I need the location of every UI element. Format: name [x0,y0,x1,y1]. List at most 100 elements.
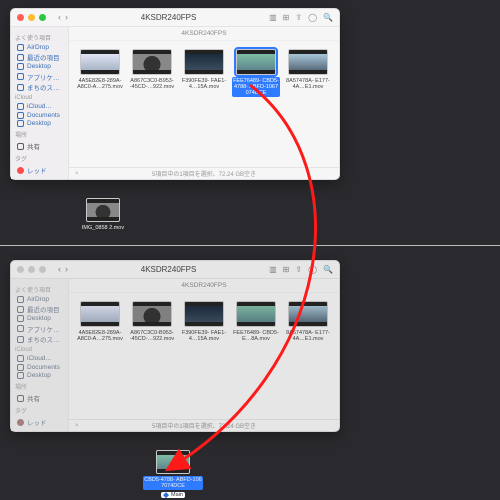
minimize-icon[interactable] [28,266,35,273]
sidebar-item-label: 最近の項目 [27,52,60,62]
sidebar-item-custom[interactable]: まちのス… [15,82,64,92]
file-item[interactable]: FEE76489- CBD5-4788- ABFD-1067074DCE [233,49,279,97]
file-item[interactable]: F390FE39- FAE1-4…15A.mov [181,49,227,91]
nav-back-forward[interactable]: ‹ › [58,13,68,22]
sidebar-item-tag-red[interactable]: レッド [15,417,64,427]
sidebar-item-desktop[interactable]: Desktop [15,63,64,70]
sidebar-head-icloud: iCloud [15,347,64,353]
traffic-lights[interactable] [17,266,46,273]
group-icon[interactable]: ⊞ [283,13,290,22]
sidebar-item-tag-red[interactable]: レッド [15,165,64,175]
view-icon[interactable]: ▥ [269,265,277,274]
file-thumb [80,49,120,75]
search-icon[interactable]: 🔍 [323,265,333,274]
file-name: CBD5-4788- ABFD-1067074DCE [143,476,203,490]
file-name: IMG_0858 2.mov [73,224,133,232]
file-item[interactable]: FEE76489- CBD5-E…8A.mov [233,301,279,343]
titlebar[interactable]: ‹ › 4KSDR240FPS ▥ ⊞ ⇪ ◯ 🔍 [11,261,339,279]
sidebar-item-desktop2[interactable]: Desktop [15,120,64,127]
path-close-icon[interactable]: × [75,171,79,177]
tag-icon[interactable]: ◯ [308,265,317,274]
close-icon[interactable] [17,266,24,273]
sidebar-head-tags: タグ [15,154,64,163]
chevron-left-icon[interactable]: ‹ [58,13,61,22]
sidebar-item-network[interactable]: 共有 [15,393,64,403]
sidebar-item-airdrop[interactable]: AirDrop [15,296,64,303]
sidebar-item-label: まちのス… [27,82,60,92]
chevron-left-icon[interactable]: ‹ [58,265,61,274]
file-thumb [184,301,224,327]
content-area[interactable]: 4KSDR240FPS 4A5E82E8-289A- A8C0-A…275.mo… [69,279,339,431]
view-icon[interactable]: ▥ [269,13,277,22]
sidebar-item-desktop2[interactable]: Desktop [15,372,64,379]
apps-icon [17,325,24,332]
share-icon[interactable]: ⇪ [295,13,302,22]
zoom-icon[interactable] [39,266,46,273]
sidebar-item-label: Desktop [27,372,51,379]
sidebar-item-custom[interactable]: まちのス… [15,334,64,344]
toolbar-tools[interactable]: ▥ ⊞ ⇪ ◯ 🔍 [269,13,333,22]
sidebar-item-apps[interactable]: アプリケ… [15,324,64,334]
traffic-lights[interactable] [17,14,46,21]
file-name: FEE76489- CBD5-4788- ABFD-1067074DCE [232,77,280,97]
search-icon[interactable]: 🔍 [323,13,333,22]
sidebar-item-label: 共有 [27,141,40,151]
file-item[interactable]: 8A57478A- E177-4A…E1.mov [285,301,331,343]
nav-back-forward[interactable]: ‹ › [58,265,68,274]
sidebar-head-locations: 場所 [15,382,64,391]
titlebar[interactable]: ‹ › 4KSDR240FPS ▥ ⊞ ⇪ ◯ 🔍 [11,9,339,27]
file-thumb [288,301,328,327]
tag-icon[interactable]: ◯ [308,13,317,22]
sidebar-item-label: Desktop [27,315,51,322]
file-grid[interactable]: 4A5E82E8-289A- A8C0-A…275.movA867C3C0-B9… [69,293,339,419]
sidebar-item-network[interactable]: 共有 [15,141,64,151]
file-item[interactable]: A867C3C0-B953- -45CD-…922.mov [129,301,175,343]
content-area[interactable]: 4KSDR240FPS 4A5E82E8-289A- A8C0-A…275.mo… [69,27,339,179]
file-name: F390FE39- FAE1-4…15A.mov [180,77,228,91]
sidebar-head-icloud: iCloud [15,95,64,101]
airdrop-icon [17,296,24,303]
file-item[interactable]: F390FE39- FAE1-4…15A.mov [181,301,227,343]
file-item[interactable]: 4A5E82E8-289A- A8C0-A…275.mov [77,301,123,343]
desktop-file-bottom[interactable]: CBD5-4788- ABFD-1067074DCE Main [148,450,198,498]
folder-icon [17,336,24,343]
tag-red-icon [17,167,24,174]
sidebar-item-label: AirDrop [27,44,49,51]
file-item[interactable]: 4A5E82E8-289A- A8C0-A…275.mov [77,49,123,91]
file-name: F390FE39- FAE1-4…15A.mov [180,329,228,343]
sidebar-item-label: 最近の項目 [27,304,60,314]
file-thumb [80,301,120,327]
file-item[interactable]: A867C3C0-B953- -45CD-…922.mov [129,49,175,91]
share-icon[interactable]: ⇪ [295,265,302,274]
sidebar[interactable]: よく使う項目 AirDrop 最近の項目 Desktop アプリケ… まちのス…… [11,27,69,179]
sidebar[interactable]: よく使う項目 AirDrop 最近の項目 Desktop アプリケ… まちのス…… [11,279,69,431]
toolbar-tools[interactable]: ▥ ⊞ ⇪ ◯ 🔍 [269,265,333,274]
sidebar-item-label: iCloud… [27,355,52,362]
path-close-icon[interactable]: × [75,423,79,429]
file-name: 8A57478A- E177-4A…E1.mov [284,329,332,343]
file-item[interactable]: 8A57478A- E177-4A…E1.mov [285,49,331,91]
sidebar-item-desktop[interactable]: Desktop [15,315,64,322]
file-thumb [132,301,172,327]
minimize-icon[interactable] [28,14,35,21]
sidebar-item-icloud[interactable]: iCloud… [15,355,64,362]
chevron-right-icon[interactable]: › [65,13,68,22]
chevron-right-icon[interactable]: › [65,265,68,274]
zoom-icon[interactable] [39,14,46,21]
sidebar-head-locations: 場所 [15,130,64,139]
close-icon[interactable] [17,14,24,21]
desktop-file-top[interactable]: IMG_0858 2.mov [78,198,128,232]
group-header: 4KSDR240FPS [69,279,339,293]
sidebar-item-documents[interactable]: Documents [15,364,64,371]
file-thumb [288,49,328,75]
group-icon[interactable]: ⊞ [283,265,290,274]
sidebar-item-label: Desktop [27,63,51,70]
file-grid[interactable]: 4A5E82E8-289A- A8C0-A…275.movA867C3C0-B9… [69,41,339,167]
apps-icon [17,73,24,80]
sidebar-item-apps[interactable]: アプリケ… [15,72,64,82]
sidebar-item-airdrop[interactable]: AirDrop [15,44,64,51]
sidebar-item-recents[interactable]: 最近の項目 [15,52,64,62]
sidebar-item-icloud[interactable]: iCloud… [15,103,64,110]
sidebar-item-documents[interactable]: Documents [15,112,64,119]
sidebar-item-recents[interactable]: 最近の項目 [15,304,64,314]
